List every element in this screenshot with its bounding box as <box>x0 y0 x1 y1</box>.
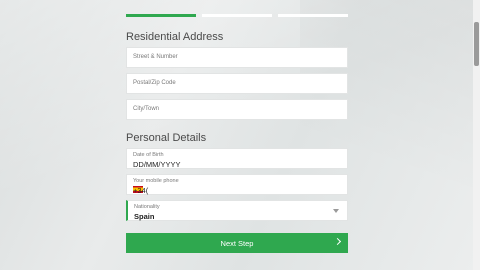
background-facet <box>300 0 480 270</box>
date-of-birth-value: DD/MM/YYYY <box>133 160 181 169</box>
postal-code-placeholder: Postal/Zip Code <box>133 80 176 86</box>
date-of-birth-label: Date of Birth <box>133 152 164 158</box>
step-progress <box>126 14 348 17</box>
progress-step-1 <box>126 14 196 17</box>
personal-details-heading: Personal Details <box>126 132 207 144</box>
mobile-phone-field[interactable]: Your mobile phone +34( <box>126 174 348 195</box>
nationality-value: Spain <box>134 212 155 221</box>
mobile-phone-label: Your mobile phone <box>133 178 179 184</box>
street-placeholder: Street & Number <box>133 54 178 60</box>
chevron-down-icon[interactable] <box>333 209 339 213</box>
scrollbar-thumb[interactable] <box>474 22 479 66</box>
residential-address-heading: Residential Address <box>126 31 224 43</box>
postal-code-field[interactable]: Postal/Zip Code <box>126 73 348 94</box>
next-step-button[interactable]: Next Step <box>126 233 348 253</box>
mobile-phone-value: +34( <box>133 186 149 195</box>
nationality-label: Nationality <box>134 204 160 210</box>
city-placeholder: City/Town <box>133 106 160 112</box>
progress-step-2 <box>202 14 272 17</box>
city-field[interactable]: City/Town <box>126 99 348 120</box>
date-of-birth-field[interactable]: Date of Birth DD/MM/YYYY <box>126 148 348 169</box>
street-field[interactable]: Street & Number <box>126 47 348 68</box>
progress-step-3 <box>278 14 348 17</box>
scrollbar[interactable] <box>473 0 480 270</box>
next-step-label: Next Step <box>220 239 254 248</box>
nationality-select[interactable]: Nationality Spain <box>126 200 348 221</box>
